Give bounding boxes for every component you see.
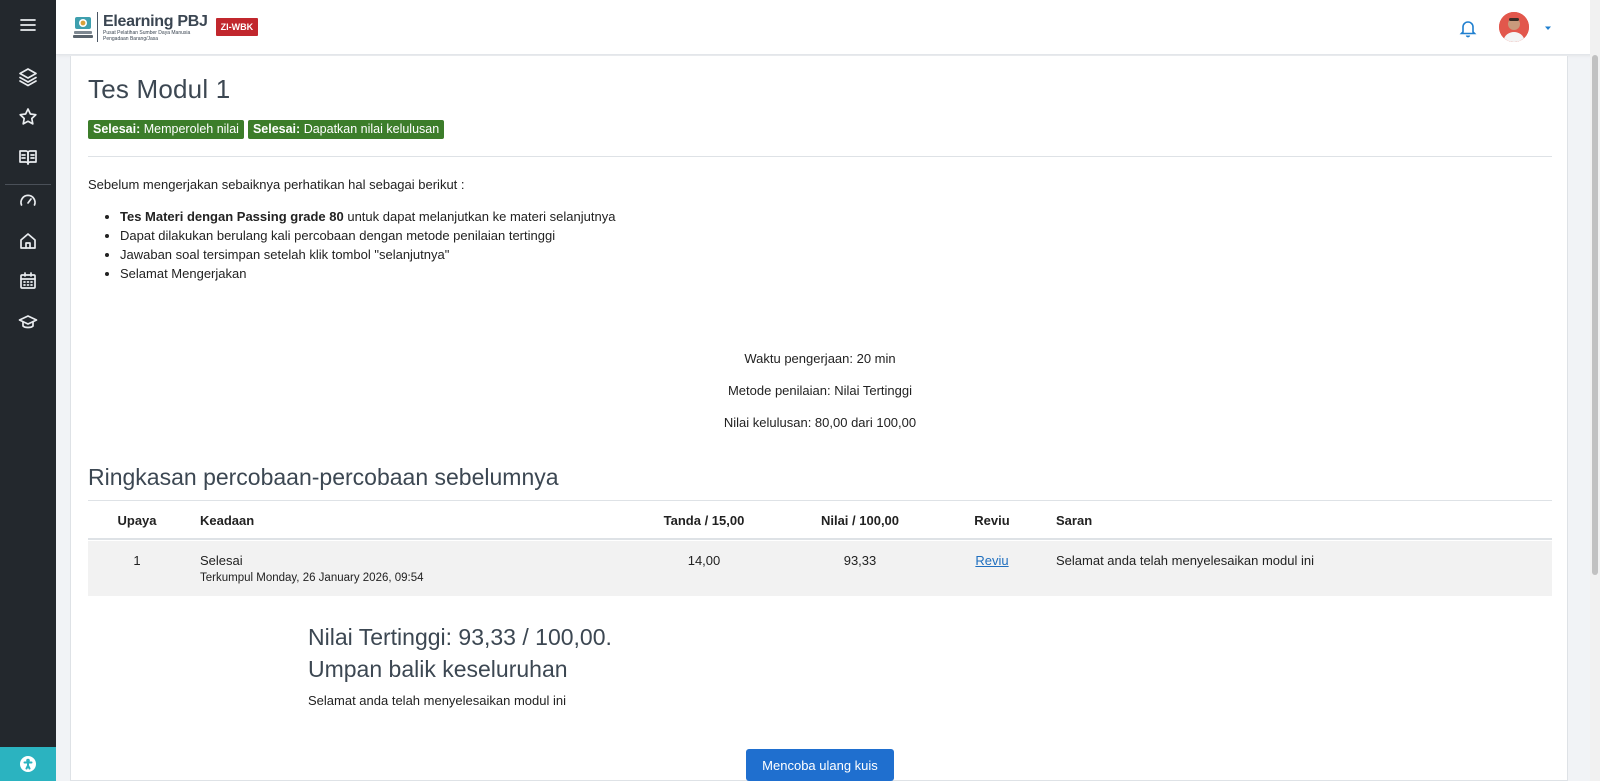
page-title: Tes Modul 1: [88, 74, 231, 104]
list-item-text: untuk dapat melanjutkan ke materi selanj…: [343, 209, 616, 224]
list-item-text: Selamat Mengerjakan: [120, 266, 247, 281]
menu-icon[interactable]: [0, 5, 56, 45]
brand-tagline: Pusat Pelatihan Sumber Daya Manusia Peng…: [103, 29, 191, 42]
pass-grade-info: Nilai kelulusan: 80,00 dari 100,00: [723, 415, 917, 430]
graduation-cap-icon[interactable]: [0, 302, 56, 342]
instruction-list: Tes Materi dengan Passing grade 80 untuk…: [120, 207, 615, 283]
col-state: Keadaan: [200, 513, 255, 528]
sidebar: [0, 0, 56, 781]
home-icon[interactable]: [0, 221, 56, 261]
list-item: Selamat Mengerjakan: [120, 264, 615, 283]
chevron-down-icon[interactable]: [1542, 21, 1554, 33]
completion-badge: Selesai: Dapatkan nilai kelulusan: [247, 120, 445, 139]
time-limit-info: Waktu pengerjaan: 20 min: [744, 351, 896, 366]
site-logo[interactable]: Elearning PBJ Pusat Pelatihan Sumber Day…: [72, 11, 259, 43]
col-feedback: Saran: [1056, 513, 1093, 528]
user-avatar[interactable]: [1499, 12, 1529, 42]
cell-grade: 93,33: [843, 553, 877, 568]
grading-method-info: Metode penilaian: Nilai Tertinggi: [727, 383, 913, 398]
divider: [88, 156, 1552, 157]
cell-feedback: Selamat anda telah menyelesaikan modul i…: [1056, 553, 1314, 568]
col-review: Reviu: [974, 513, 1010, 528]
list-item-bold: Tes Materi dengan Passing grade 80: [120, 209, 344, 224]
book-icon[interactable]: [0, 137, 56, 177]
table-header: Upaya Keadaan Tanda / 15,00 Nilai / 100,…: [88, 500, 1552, 540]
dashboard-icon[interactable]: [0, 181, 56, 221]
attempts-summary-heading: Ringkasan percobaan-percobaan sebelumnya: [88, 464, 559, 490]
completion-text: Memperoleh nilai: [143, 122, 239, 136]
overall-feedback-heading: Umpan balik keseluruhan: [308, 656, 568, 682]
col-attempt: Upaya: [117, 513, 157, 528]
accessibility-button[interactable]: [0, 747, 56, 781]
cell-state: Selesai: [200, 553, 243, 568]
scrollbar-thumb[interactable]: [1592, 55, 1598, 575]
cell-attempt: 1: [133, 553, 141, 568]
table-row: 1 Selesai Terkumpul Monday, 26 January 2…: [88, 541, 1552, 596]
calendar-icon[interactable]: [0, 261, 56, 301]
retry-quiz-button[interactable]: Mencoba ulang kuis: [746, 749, 894, 781]
completion-status: Selesai: Memperoleh nilai Selesai: Dapat…: [88, 120, 445, 139]
list-item-text: Jawaban soal tersimpan setelah klik tomb…: [120, 247, 450, 262]
logo-separator: [97, 12, 98, 42]
cell-marks: 14,00: [687, 553, 721, 568]
list-item-text: Dapat dilakukan berulang kali percobaan …: [120, 228, 556, 243]
logo-mark-icon: [72, 14, 94, 40]
completion-label: Selesai:: [93, 122, 141, 136]
highest-grade: Nilai Tertinggi: 93,33 / 100,00.: [308, 624, 612, 650]
list-item: Tes Materi dengan Passing grade 80 untuk…: [120, 207, 615, 226]
accessibility-icon: [20, 756, 36, 772]
completion-label: Selesai:: [252, 122, 301, 136]
star-icon[interactable]: [0, 97, 56, 137]
completion-text: Dapatkan nilai kelulusan: [303, 122, 440, 136]
brand-name: Elearning PBJ: [103, 12, 208, 30]
cell-submitted: Terkumpul Monday, 26 January 2026, 09:54: [200, 572, 424, 584]
layers-icon[interactable]: [0, 57, 56, 97]
list-item: Jawaban soal tersimpan setelah klik tomb…: [120, 245, 615, 264]
col-marks: Tanda / 15,00: [663, 513, 745, 528]
bell-icon[interactable]: [1459, 18, 1477, 38]
overall-feedback-text: Selamat anda telah menyelesaikan modul i…: [308, 693, 566, 708]
zi-wbk-badge: ZI-WBK: [215, 18, 259, 36]
top-navbar: Elearning PBJ Pusat Pelatihan Sumber Day…: [56, 0, 1600, 55]
intro-text: Sebelum mengerjakan sebaiknya perhatikan…: [88, 177, 465, 192]
completion-badge: Selesai: Memperoleh nilai: [88, 120, 244, 139]
list-item: Dapat dilakukan berulang kali percobaan …: [120, 226, 615, 245]
page-scrollbar[interactable]: [1590, 0, 1600, 781]
col-grade: Nilai / 100,00: [820, 513, 900, 528]
logo-text: Elearning PBJ Pusat Pelatihan Sumber Day…: [103, 13, 208, 42]
review-link[interactable]: Reviu: [952, 553, 1032, 568]
